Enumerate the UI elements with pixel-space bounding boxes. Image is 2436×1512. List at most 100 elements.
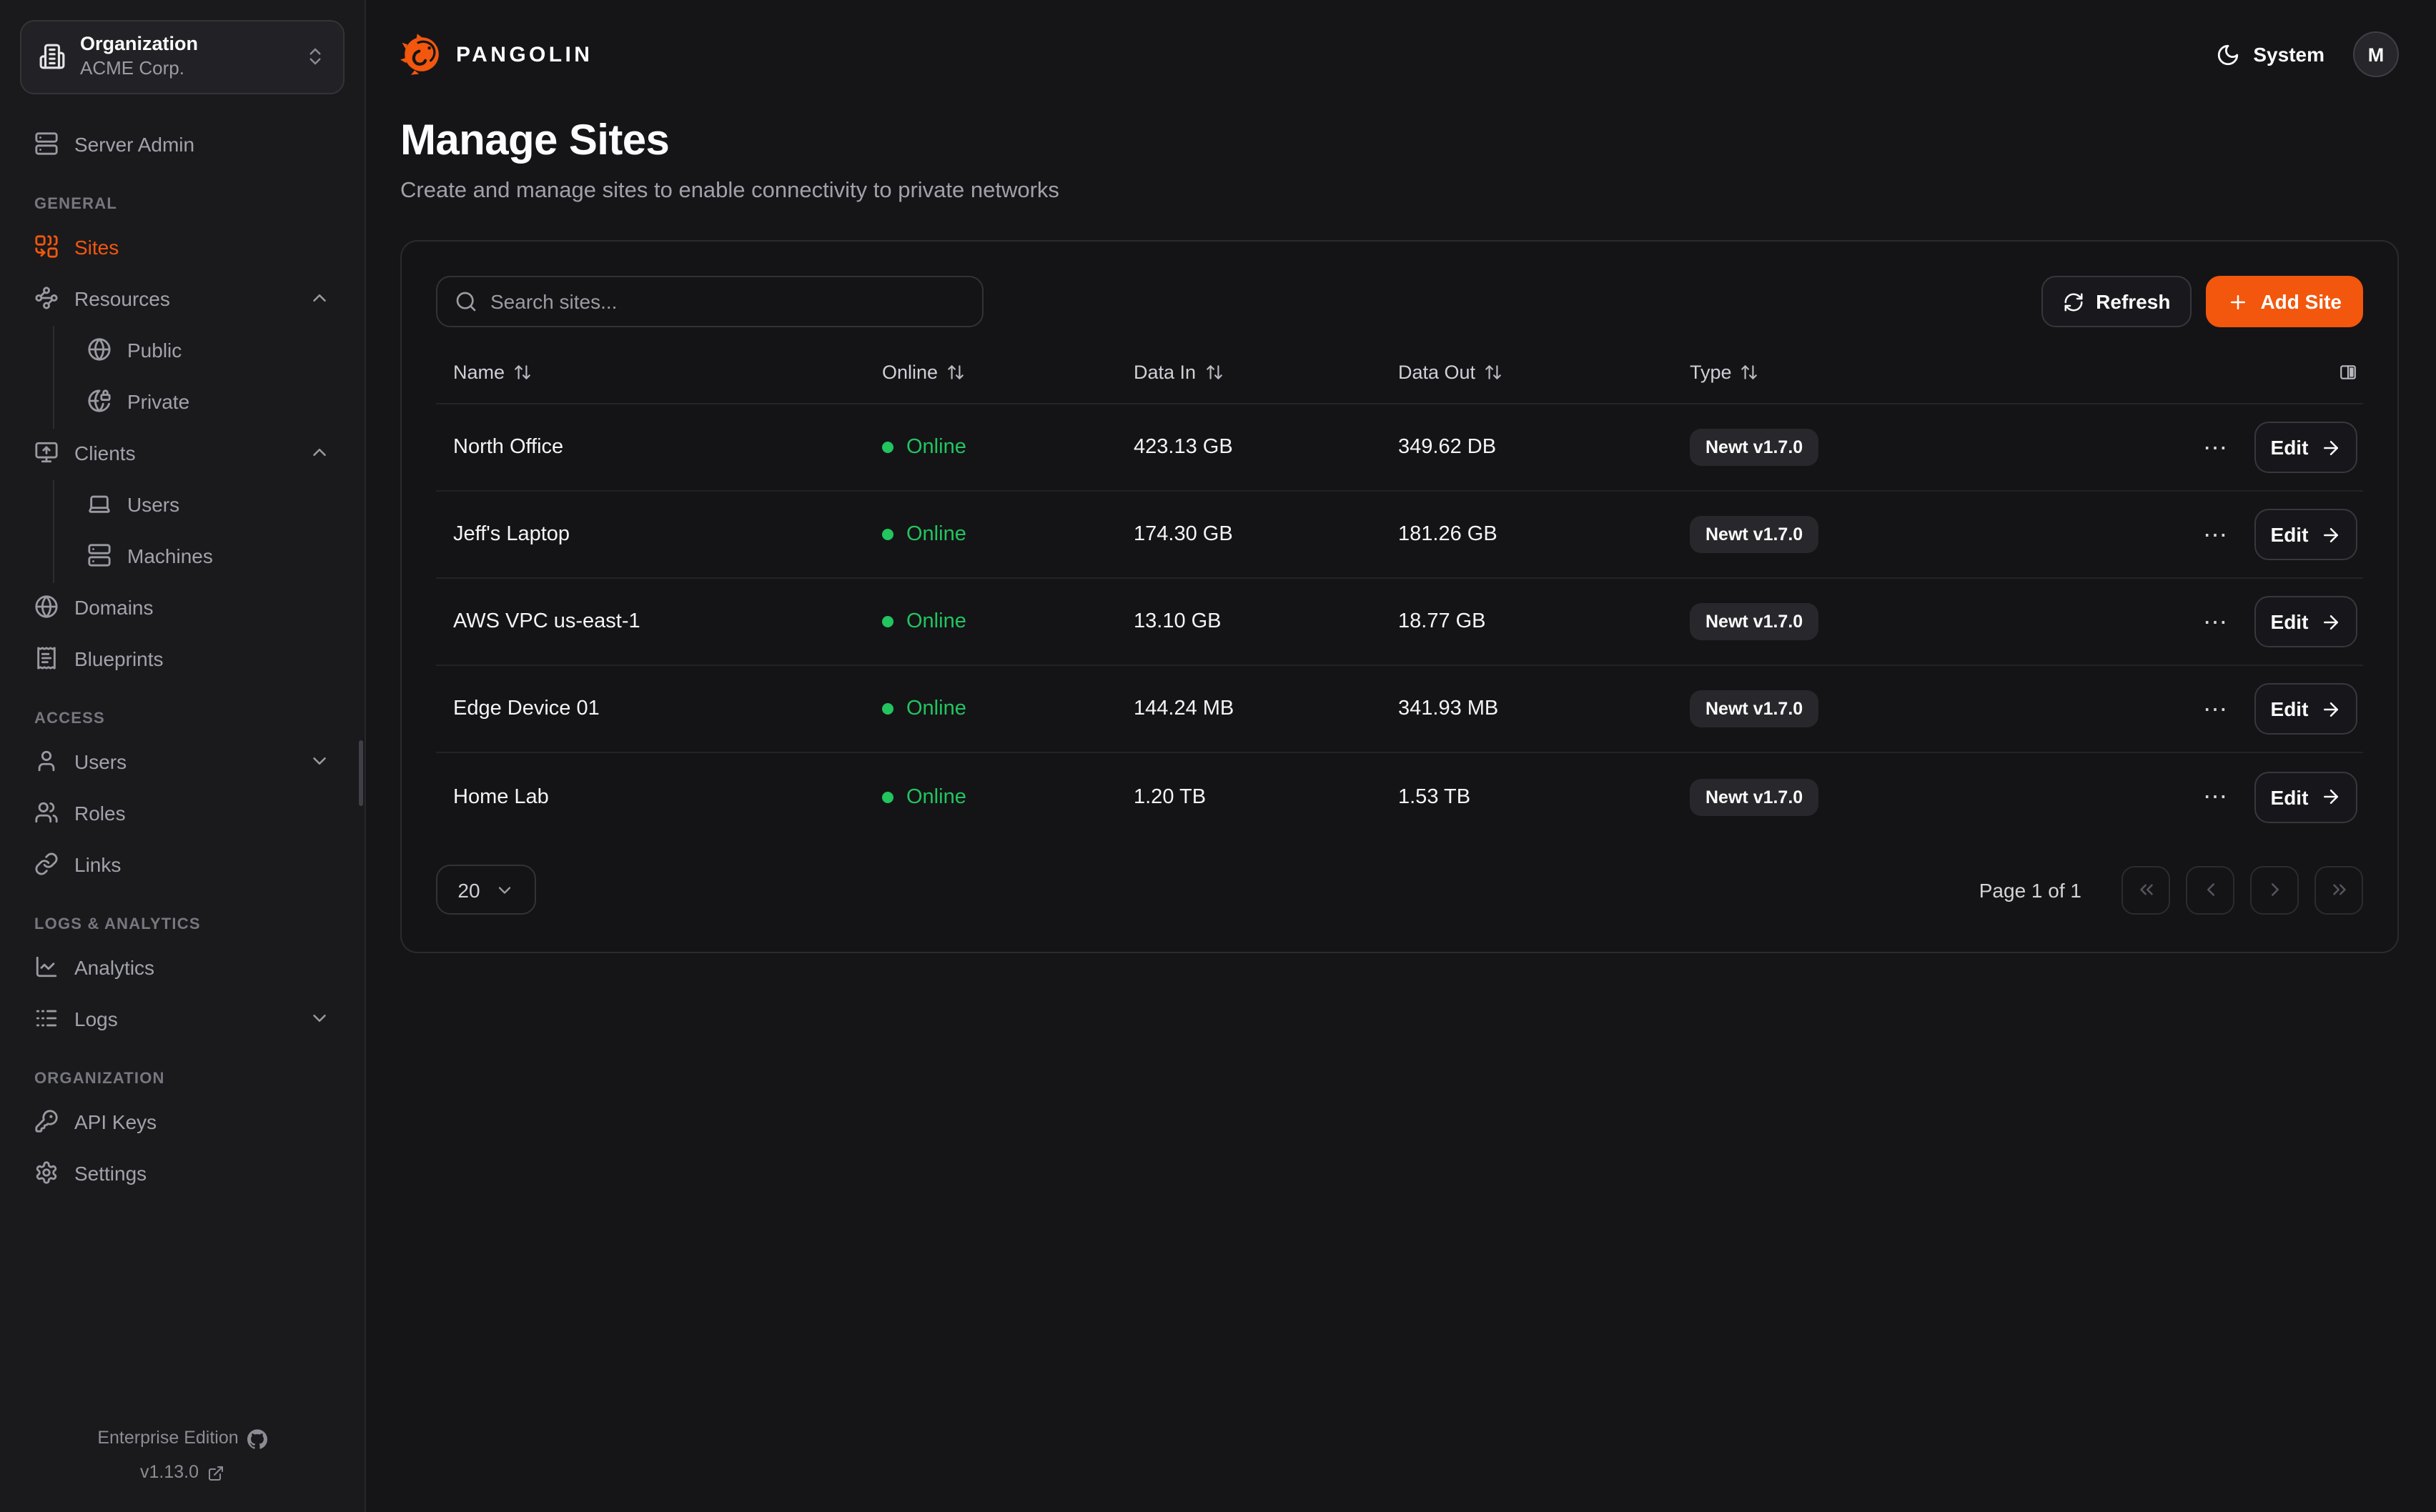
edit-button[interactable]: Edit: [2254, 771, 2357, 822]
sidebar-item-users[interactable]: Users: [20, 737, 345, 786]
table-row: Jeff's Laptop Online 174.30 GB 181.26 GB…: [436, 492, 2363, 579]
key-icon: [34, 1110, 59, 1134]
sidebar-scrollbar[interactable]: [358, 740, 362, 806]
server-icon: [87, 544, 112, 568]
site-data-in: 144.24 MB: [1116, 697, 1381, 720]
refresh-button[interactable]: Refresh: [2041, 276, 2192, 327]
sidebar-item-client-users[interactable]: Users: [73, 480, 345, 529]
theme-toggle[interactable]: System: [2216, 42, 2324, 66]
sidebar-item-label: Settings: [74, 1162, 330, 1185]
sort-icon: [513, 363, 532, 382]
sidebar-item-label: API Keys: [74, 1110, 330, 1133]
column-header-type[interactable]: Type: [1673, 362, 2090, 383]
receipt-icon: [34, 647, 59, 671]
sidebar-item-label: Analytics: [74, 956, 330, 979]
sidebar-item-server-admin[interactable]: Server Admin: [20, 120, 345, 169]
online-label: Online: [906, 523, 966, 546]
row-actions: ⋯ Edit: [2090, 422, 2363, 473]
sidebar-item-analytics[interactable]: Analytics: [20, 943, 345, 992]
sidebar-footer: Enterprise Edition v1.13.0: [20, 1428, 345, 1492]
chevron-left-icon: [2199, 879, 2221, 900]
page-size-select[interactable]: 20: [436, 865, 536, 915]
row-menu-button[interactable]: ⋯: [2200, 422, 2232, 473]
moon-icon: [2216, 42, 2240, 66]
chevron-up-icon: [309, 288, 330, 309]
version-label[interactable]: v1.13.0: [140, 1462, 199, 1483]
brand-logo[interactable]: PANGOLIN: [400, 33, 593, 76]
sidebar-item-domains[interactable]: Domains: [20, 583, 345, 632]
users-icon: [34, 801, 59, 825]
section-general: GENERAL: [34, 196, 330, 213]
sidebar-item-public[interactable]: Public: [73, 326, 345, 374]
search-input[interactable]: [490, 290, 965, 313]
sidebar-item-private[interactable]: Private: [73, 377, 345, 426]
sidebar-item-api-keys[interactable]: API Keys: [20, 1098, 345, 1146]
column-header-name[interactable]: Name: [436, 362, 865, 383]
site-status: Online: [865, 610, 1116, 633]
sidebar-item-label: Clients: [74, 442, 293, 464]
sort-icon: [946, 363, 965, 382]
edit-button[interactable]: Edit: [2254, 422, 2357, 473]
refresh-icon: [2063, 291, 2084, 312]
sidebar-item-resources[interactable]: Resources: [20, 274, 345, 323]
external-link-icon[interactable]: [207, 1464, 224, 1481]
table-row: North Office Online 423.13 GB 349.62 DB …: [436, 404, 2363, 492]
column-header-data-out[interactable]: Data Out: [1381, 362, 1673, 383]
row-menu-button[interactable]: ⋯: [2200, 509, 2232, 560]
page-subtitle: Create and manage sites to enable connec…: [400, 179, 2399, 204]
edit-button[interactable]: Edit: [2254, 509, 2357, 560]
column-header-online[interactable]: Online: [865, 362, 1116, 383]
chevrons-right-icon: [2328, 879, 2350, 900]
site-status: Online: [865, 523, 1116, 546]
columns-toggle-button[interactable]: [2339, 363, 2357, 382]
online-label: Online: [906, 785, 966, 808]
site-data-out: 349.62 DB: [1381, 436, 1673, 459]
edit-label: Edit: [2271, 523, 2309, 546]
sort-icon: [1741, 363, 1759, 382]
github-icon[interactable]: [247, 1428, 267, 1448]
chevron-right-icon: [2264, 879, 2285, 900]
add-site-label: Add Site: [2260, 290, 2342, 313]
sidebar-item-settings[interactable]: Settings: [20, 1149, 345, 1198]
first-page-button[interactable]: [2121, 865, 2170, 914]
table-row: Home Lab Online 1.20 TB 1.53 TB Newt v1.…: [436, 753, 2363, 840]
globe-lock-icon: [87, 389, 112, 414]
avatar[interactable]: M: [2353, 31, 2399, 77]
org-text: Organization ACME Corp.: [80, 33, 290, 81]
sites-card: Refresh Add Site Name Online: [400, 240, 2399, 953]
toolbar-actions: Refresh Add Site: [2041, 276, 2363, 327]
sidebar-item-machines[interactable]: Machines: [73, 532, 345, 580]
org-label: Organization: [80, 33, 290, 57]
user-icon: [34, 750, 59, 774]
edit-button[interactable]: Edit: [2254, 683, 2357, 735]
site-data-out: 341.93 MB: [1381, 697, 1673, 720]
sidebar-item-blueprints[interactable]: Blueprints: [20, 635, 345, 683]
chevron-down-icon: [495, 880, 515, 900]
column-header-data-in[interactable]: Data In: [1116, 362, 1381, 383]
next-page-button[interactable]: [2250, 865, 2299, 914]
site-status: Online: [865, 436, 1116, 459]
combine-icon: [34, 235, 59, 259]
sidebar-item-links[interactable]: Links: [20, 840, 345, 889]
sidebar-item-roles[interactable]: Roles: [20, 789, 345, 837]
row-menu-button[interactable]: ⋯: [2200, 596, 2232, 647]
prev-page-button[interactable]: [2186, 865, 2234, 914]
edit-button[interactable]: Edit: [2254, 596, 2357, 647]
laptop-icon: [87, 492, 112, 517]
online-dot-icon: [882, 442, 893, 453]
sidebar-item-label: Logs: [74, 1008, 293, 1030]
sidebar-item-sites[interactable]: Sites: [20, 223, 345, 272]
org-switcher[interactable]: Organization ACME Corp.: [20, 20, 345, 94]
site-data-in: 423.13 GB: [1116, 436, 1381, 459]
site-name: Edge Device 01: [436, 697, 865, 720]
sidebar-item-logs[interactable]: Logs: [20, 995, 345, 1043]
last-page-button[interactable]: [2314, 865, 2363, 914]
add-site-button[interactable]: Add Site: [2206, 276, 2363, 327]
sidebar-item-label: Users: [127, 493, 330, 516]
row-menu-button[interactable]: ⋯: [2200, 683, 2232, 735]
sidebar-item-clients[interactable]: Clients: [20, 429, 345, 477]
site-data-out: 18.77 GB: [1381, 610, 1673, 633]
gear-icon: [34, 1161, 59, 1185]
row-menu-button[interactable]: ⋯: [2200, 771, 2232, 822]
clients-subnav: Users Machines: [53, 480, 345, 583]
